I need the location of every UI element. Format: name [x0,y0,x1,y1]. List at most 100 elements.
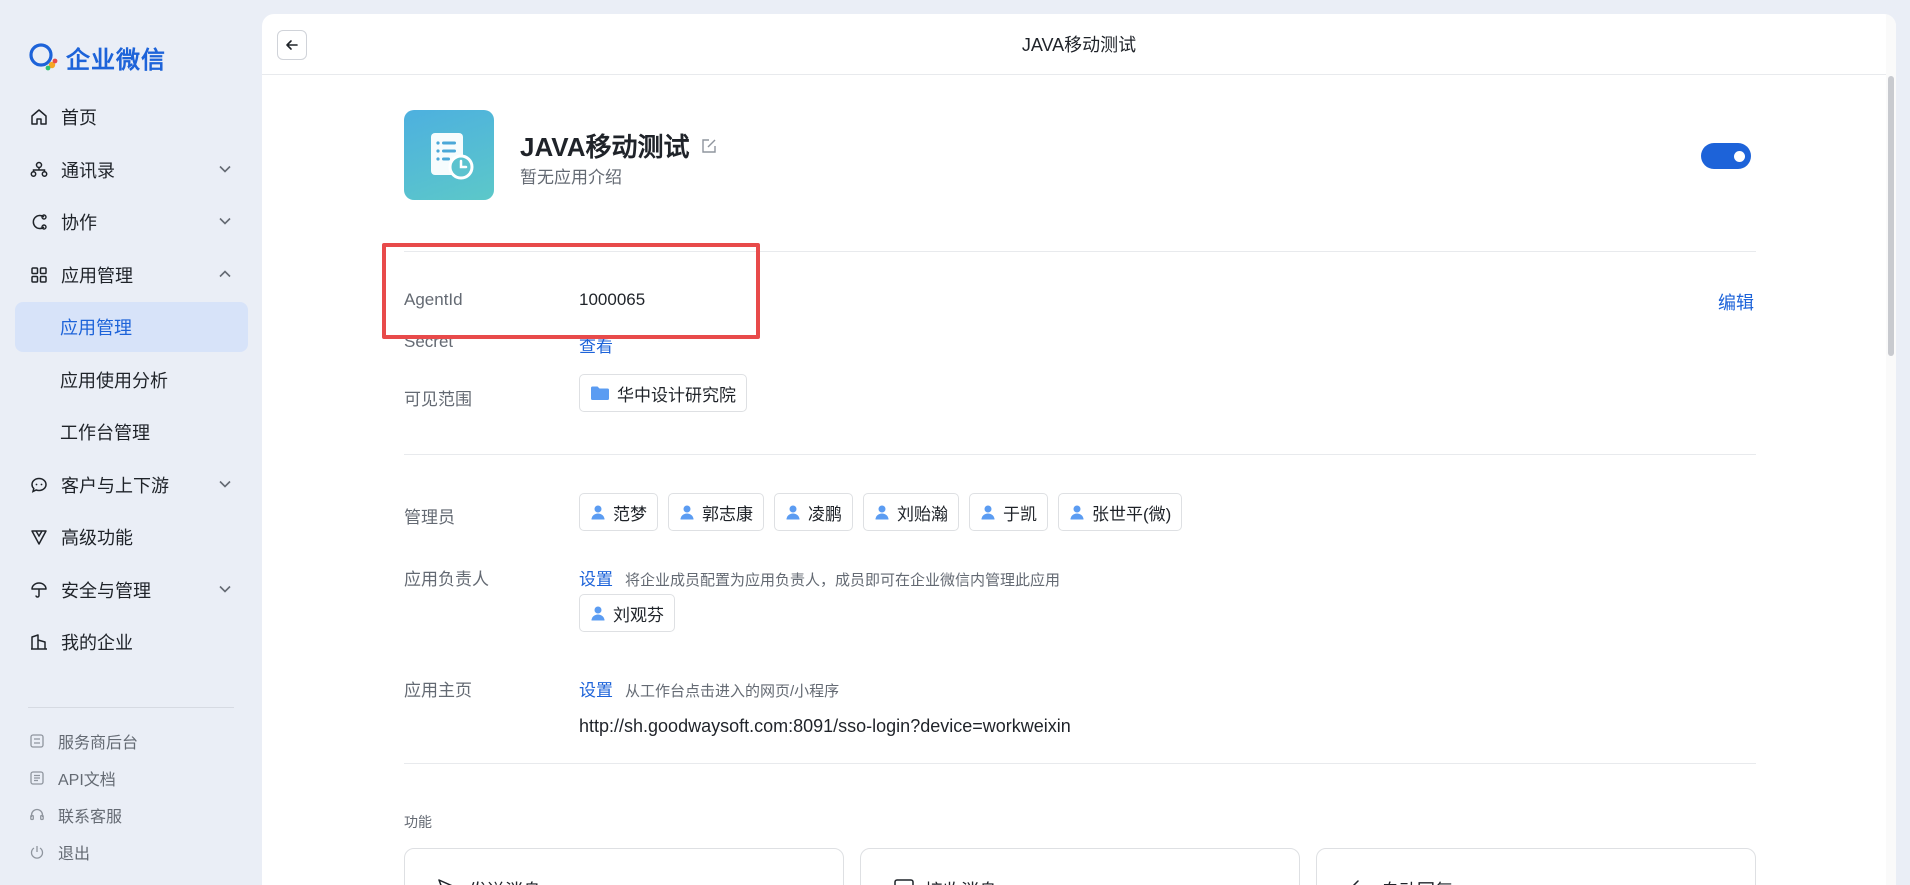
sidebar-item-label: 通讯录 [61,160,115,181]
chevron-down-icon [219,480,231,488]
edit-link[interactable]: 编辑 [1718,289,1754,315]
power-icon [28,843,46,861]
admins-label: 管理员 [404,508,455,527]
sidebar-item-security[interactable]: 安全与管理 [15,565,248,615]
sidebar-item-my-company[interactable]: 我的企业 [15,617,248,667]
message-icon [894,879,914,885]
home-icon [29,107,49,127]
wecom-logo-icon [29,43,58,71]
admin-chips: 范梦 郭志康 凌鹏 刘贻瀚 于凯 张世平(微) [579,493,1183,531]
homepage-label: 应用主页 [404,681,472,700]
owner-set-link[interactable]: 设置 [579,570,613,589]
sidebar-link-label: 退出 [58,845,91,863]
send-icon [438,879,453,885]
user-icon [980,504,996,520]
owner-chips: 刘观芬 [579,594,675,632]
sidebar-item-label: 应用管理 [60,318,132,338]
sidebar-item-label: 客户与上下游 [61,475,169,496]
feature-card-receive-message[interactable]: 接收消息 [860,848,1300,885]
admin-name: 张世平(微) [1092,504,1172,524]
app-name: JAVA移动测试 [520,132,690,162]
sidebar-item-home[interactable]: 首页 [15,92,248,142]
main-panel: JAVA移动测试 JAVA移动测试 暂无应用介绍 AgentId 1000065… [262,14,1896,885]
admin-name: 郭志康 [702,504,753,524]
security-icon [29,580,49,600]
admin-chip[interactable]: 刘贻瀚 [863,493,959,531]
homepage-setting-row: 设置 从工作台点击进入的网页/小程序 [579,676,839,701]
admin-name: 于凯 [1003,504,1037,524]
app-description: 暂无应用介绍 [520,168,622,187]
admin-chip[interactable]: 张世平(微) [1058,493,1183,531]
admin-name: 刘贻瀚 [897,504,948,524]
visibility-chip[interactable]: 华中设计研究院 [579,374,747,412]
scrollbar-thumb[interactable] [1888,76,1894,356]
admin-chip[interactable]: 郭志康 [668,493,764,531]
sidebar-item-advanced[interactable]: 高级功能 [15,512,248,562]
app-enabled-toggle[interactable] [1701,143,1751,169]
apps-icon [29,265,49,285]
homepage-url: http://sh.goodwaysoft.com:8091/sso-login… [579,716,1071,736]
provider-icon [28,732,46,750]
sidebar-link-label: 联系客服 [58,808,123,826]
sidebar-link-provider[interactable]: 服务商后台 [28,722,138,759]
sidebar-subitem-workbench[interactable]: 工作台管理 [15,407,248,457]
folder-icon [590,385,610,401]
owner-setting-row: 设置 将企业成员配置为应用负责人，成员即可在企业微信内管理此应用 [579,565,1060,590]
app-name-row: JAVA移动测试 [520,127,718,164]
contacts-icon [29,160,49,180]
feature-card-label: 发送消息 [469,877,541,885]
admin-chip[interactable]: 于凯 [969,493,1048,531]
sidebar-item-label: 首页 [61,108,97,128]
sidebar-footer-links: 服务商后台 API文档 联系客服 退出 [28,722,138,870]
arrow-left-icon [286,40,298,50]
sidebar-item-label: 应用管理 [61,265,133,286]
sidebar-item-collab[interactable]: 协作 [15,197,248,247]
headset-icon [28,806,46,824]
sidebar-subitem-app-management[interactable]: 应用管理 [15,302,248,352]
owner-label: 应用负责人 [404,570,489,589]
app-document-clock-icon [431,133,474,180]
sidebar-item-label: 我的企业 [61,633,133,653]
sidebar-subitem-app-analytics[interactable]: 应用使用分析 [15,355,248,405]
reply-icon [1352,880,1359,885]
admin-chip[interactable]: 凌鹏 [774,493,853,531]
sidebar-divider [28,707,234,708]
scrollbar[interactable] [1886,14,1896,885]
sidebar-link-label: 服务商后台 [58,734,139,752]
sidebar-link-support[interactable]: 联系客服 [28,796,138,833]
admin-name: 范梦 [613,504,647,524]
owner-chip[interactable]: 刘观芬 [579,594,675,632]
feature-card-auto-reply[interactable]: 自动回复 [1316,848,1756,885]
edit-icon[interactable] [700,137,718,155]
brand-logo[interactable]: 企业微信 [28,40,166,74]
homepage-hint: 从工作台点击进入的网页/小程序 [625,683,840,700]
features-title: 功能 [404,814,432,830]
sidebar-link-api-docs[interactable]: API文档 [28,759,138,796]
feature-card-send-message[interactable]: 发送消息 [404,848,844,885]
divider [404,763,1756,764]
user-icon [874,504,890,520]
chevron-down-icon [219,217,231,225]
feature-cards: 发送消息 接收消息 自动回复 [404,848,1756,885]
visibility-chip-label: 华中设计研究院 [617,385,736,405]
topbar: JAVA移动测试 [262,14,1896,75]
sidebar-item-label: 高级功能 [61,528,133,548]
highlight-annotation-box [382,243,760,339]
company-icon [29,632,49,652]
sidebar-item-app-management[interactable]: 应用管理 [15,250,248,300]
back-button[interactable] [277,30,307,60]
owner-name: 刘观芬 [613,605,664,625]
advanced-icon [29,527,49,547]
admin-chip[interactable]: 范梦 [579,493,658,531]
sidebar-nav: 首页 通讯录 协作 应用管理 应用管理 应用使用分析 工作台管理 客户与上下游 … [15,92,248,670]
sidebar-link-logout[interactable]: 退出 [28,833,138,870]
chevron-up-icon [219,269,231,277]
admin-name: 凌鹏 [808,504,842,524]
owner-hint: 将企业成员配置为应用负责人，成员即可在企业微信内管理此应用 [625,572,1061,589]
sidebar-item-customers[interactable]: 客户与上下游 [15,460,248,510]
sidebar-item-contacts[interactable]: 通讯录 [15,145,248,195]
sidebar-item-label: 安全与管理 [61,580,151,601]
chevron-down-icon [219,585,231,593]
homepage-set-link[interactable]: 设置 [579,681,613,700]
sidebar-item-label: 工作台管理 [60,423,150,443]
